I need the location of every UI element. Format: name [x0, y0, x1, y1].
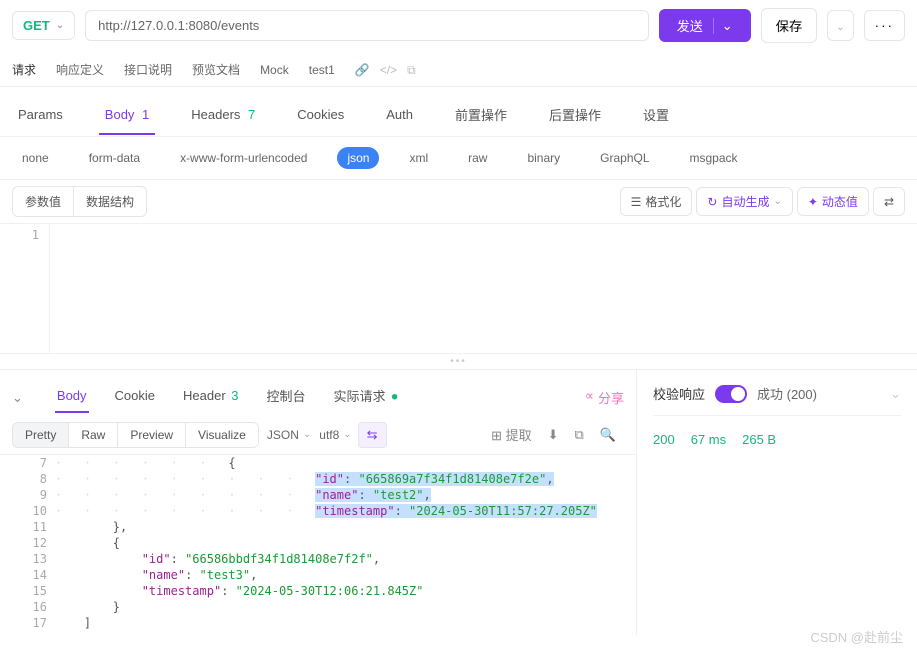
resp-tab-Header[interactable]: Header 3	[181, 382, 240, 413]
save-dropdown[interactable]: ⌄	[827, 10, 853, 41]
tab-后置操作[interactable]: 后置操作	[543, 99, 607, 136]
tab-设置[interactable]: 设置	[637, 99, 675, 136]
code-icon[interactable]: </>	[380, 63, 397, 78]
download-icon[interactable]: ⬇	[540, 423, 567, 447]
bodytypes: none form-data x-www-form-urlencoded jsonxm…	[0, 137, 917, 180]
method-label: GET	[23, 18, 50, 33]
method-select[interactable]: GET ⌄	[12, 11, 75, 40]
dynamic-button[interactable]: ✦ 动态值	[797, 187, 869, 216]
bodytype-json[interactable]: json	[337, 147, 379, 169]
copy-response-icon[interactable]: ⧉	[567, 423, 592, 447]
bodytype-raw[interactable]: raw	[458, 147, 497, 169]
resp-tab-Body[interactable]: Body	[55, 382, 89, 413]
bodytype-msgpack[interactable]: msgpack	[680, 147, 748, 169]
subtab-预览文档[interactable]: 预览文档	[192, 55, 240, 86]
resp-tab-实际请求[interactable]: 实际请求 •	[332, 380, 401, 415]
link-icon[interactable]: 🔗	[355, 63, 370, 78]
response-time: 67 ms	[691, 432, 726, 447]
wrap-icon[interactable]: ⇆	[358, 422, 387, 448]
copy-icon[interactable]: ⧉	[407, 63, 416, 78]
bodytype-none[interactable]: none	[12, 147, 59, 169]
save-button[interactable]: 保存	[761, 8, 818, 43]
subtab-响应定义[interactable]: 响应定义	[56, 55, 104, 86]
maintabs: Params Body 1 Headers 7 Cookies Auth 前置操作后置操作…	[0, 87, 917, 137]
fmt-pretty[interactable]: Pretty	[13, 423, 69, 447]
subtab-Mock[interactable]: Mock	[260, 57, 289, 85]
fmt-visualize[interactable]: Visualize	[186, 423, 258, 447]
subtab-请求[interactable]: 请求	[12, 55, 36, 86]
resp-tab-控制台[interactable]: 控制台	[265, 380, 308, 415]
autogen-button[interactable]: ↻ 自动生成 ⌄	[696, 187, 792, 216]
extract-button[interactable]: ⊞ 提取	[483, 421, 540, 448]
fmt-raw[interactable]: Raw	[69, 423, 118, 447]
response-body-viewer[interactable]: 7891011121314151617 · · · · · · {· · · ·…	[0, 455, 636, 635]
response-size: 265 B	[742, 432, 776, 447]
format-type-select[interactable]: JSON ⌄	[267, 428, 311, 442]
tab-前置操作[interactable]: 前置操作	[449, 99, 513, 136]
bodytype-x-www-form-urlencoded[interactable]: x-www-form-urlencoded	[170, 147, 317, 169]
share-button[interactable]: ∝ 分享	[585, 388, 624, 407]
bodytype-binary[interactable]: binary	[517, 147, 570, 169]
verify-result: 成功 (200)	[757, 384, 817, 403]
subtab-接口说明[interactable]: 接口说明	[124, 55, 172, 86]
request-body-editor[interactable]: 1	[0, 223, 917, 353]
bodytype-GraphQL[interactable]: GraphQL	[590, 147, 659, 169]
status-code: 200	[653, 432, 675, 447]
tab-auth[interactable]: Auth	[380, 101, 419, 134]
data-struct-tab[interactable]: 数据结构	[74, 187, 146, 216]
verify-toggle[interactable]	[715, 385, 747, 403]
chevron-down-icon[interactable]: ⌄	[890, 386, 901, 402]
url-input[interactable]	[85, 10, 649, 41]
send-button[interactable]: 发送 ⌄	[659, 9, 751, 42]
expand-button[interactable]: ⇄	[873, 187, 905, 216]
fmt-preview[interactable]: Preview	[118, 423, 186, 447]
tab-headers[interactable]: Headers 7	[185, 101, 261, 134]
chevron-down-icon: ⌄	[56, 20, 64, 31]
collapse-response-icon[interactable]: ⌄	[12, 390, 23, 406]
format-button[interactable]: ☰ 格式化	[620, 187, 693, 216]
subtabs: 请求响应定义接口说明预览文档 Mock test1 🔗 </> ⧉	[0, 51, 917, 87]
param-value-tab[interactable]: 参数值	[13, 187, 74, 216]
bodytype-xml[interactable]: xml	[399, 147, 438, 169]
encoding-select[interactable]: utf8 ⌄	[319, 428, 351, 442]
bodytype-form-data[interactable]: form-data	[79, 147, 150, 169]
chevron-down-icon[interactable]: ⌄	[713, 18, 733, 34]
subtab-test1[interactable]: test1	[309, 57, 335, 85]
tab-params[interactable]: Params	[12, 101, 69, 134]
resp-tab-Cookie[interactable]: Cookie	[113, 382, 157, 413]
resize-handle[interactable]: •••	[0, 353, 917, 369]
tab-body[interactable]: Body 1	[99, 101, 155, 134]
tab-cookies[interactable]: Cookies	[291, 101, 350, 134]
search-icon[interactable]: 🔍	[592, 423, 624, 447]
more-button[interactable]: ···	[864, 10, 905, 41]
verify-response-label: 校验响应	[653, 384, 705, 403]
